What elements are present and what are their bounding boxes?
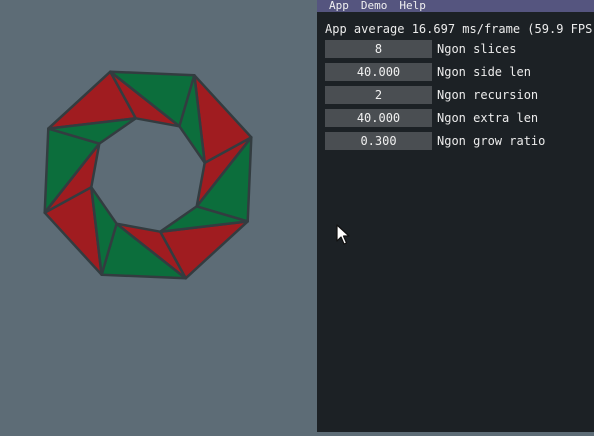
- menu-bar: App Demo Help: [317, 0, 594, 12]
- recursion-input[interactable]: 2: [325, 86, 432, 104]
- param-row-extra-len: 40.000 Ngon extra len: [325, 109, 538, 127]
- grow-ratio-input[interactable]: 0.300: [325, 132, 432, 150]
- grow-ratio-label: Ngon grow ratio: [437, 134, 546, 148]
- ngon-ring-render: [43, 70, 253, 280]
- param-row-recursion: 2 Ngon recursion: [325, 86, 538, 104]
- menu-app[interactable]: App: [317, 0, 355, 12]
- fps-readout: App average 16.697 ms/frame (59.9 FPS): [325, 22, 594, 36]
- param-row-grow-ratio: 0.300 Ngon grow ratio: [325, 132, 545, 150]
- recursion-label: Ngon recursion: [437, 88, 539, 102]
- mouse-cursor-icon: [336, 224, 350, 245]
- render-viewport[interactable]: [0, 0, 317, 432]
- param-row-slices: 8 Ngon slices: [325, 40, 516, 58]
- control-panel: App Demo Help App average 16.697 ms/fram…: [317, 0, 594, 432]
- slices-input[interactable]: 8: [325, 40, 432, 58]
- side-len-input[interactable]: 40.000: [325, 63, 432, 81]
- side-len-label: Ngon side len: [437, 65, 531, 79]
- menu-demo[interactable]: Demo: [355, 0, 394, 12]
- param-row-side-len: 40.000 Ngon side len: [325, 63, 531, 81]
- extra-len-label: Ngon extra len: [437, 111, 539, 125]
- menu-help[interactable]: Help: [393, 0, 432, 12]
- slices-label: Ngon slices: [437, 42, 517, 56]
- extra-len-input[interactable]: 40.000: [325, 109, 432, 127]
